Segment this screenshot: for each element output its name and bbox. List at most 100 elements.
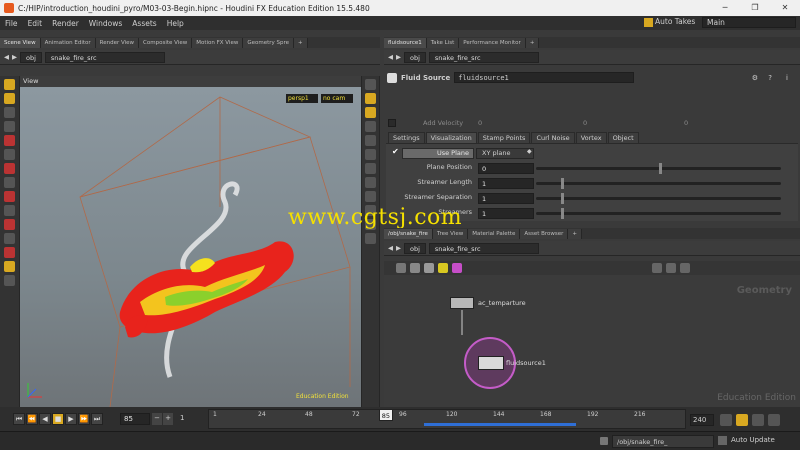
step-back-button[interactable]: ⏪ [26, 413, 38, 425]
forward-arrow-icon[interactable]: ▶ [396, 53, 401, 61]
timeline-ruler[interactable]: 1 24 48 72 96 120 144 168 192 216 85 [208, 409, 686, 429]
tab-stamp-points[interactable]: Stamp Points [477, 132, 531, 143]
update-mode-icon[interactable] [718, 436, 727, 445]
menu-edit[interactable]: Edit [23, 19, 48, 28]
flipbook-icon[interactable] [365, 233, 376, 244]
tab-render-view[interactable]: Render View [95, 38, 140, 48]
menu-render[interactable]: Render [47, 19, 84, 28]
tab-visualization[interactable]: Visualization [425, 132, 477, 143]
path-context[interactable]: obj [404, 242, 426, 254]
magnet-tool-icon[interactable] [4, 191, 15, 202]
slider-knob[interactable] [560, 208, 564, 219]
visibility-tool-icon[interactable] [4, 261, 15, 272]
tab-tree-view[interactable]: Tree View [432, 229, 469, 239]
stop-button[interactable]: ■ [52, 413, 64, 425]
layout-icon[interactable] [410, 263, 420, 273]
menu-help[interactable]: Help [162, 19, 189, 28]
increment-icon[interactable]: + [163, 413, 173, 425]
add-velocity-y[interactable]: 0 [583, 119, 673, 127]
grid-tool-icon[interactable] [4, 205, 15, 216]
add-tab-button[interactable]: + [294, 38, 308, 48]
end-frame-field[interactable]: 240 [690, 414, 714, 426]
tab-curl-noise[interactable]: Curl Noise [531, 132, 575, 143]
use-plane-checkbox[interactable]: ✔ [392, 147, 399, 156]
add-tab-button-network[interactable]: + [568, 229, 583, 239]
menu-assets[interactable]: Assets [127, 19, 161, 28]
playhead[interactable]: 85 [378, 409, 393, 421]
tab-performance-monitor[interactable]: Performance Monitor [459, 38, 526, 48]
view-option-icon[interactable] [680, 263, 690, 273]
tab-object[interactable]: Object [607, 132, 639, 143]
network-box-icon[interactable] [424, 263, 434, 273]
add-velocity-z[interactable]: 0 [684, 119, 774, 127]
auto-takes-checkbox[interactable] [644, 18, 653, 27]
play-button[interactable]: ▶ [65, 413, 77, 425]
brush-tool-icon[interactable] [4, 219, 15, 230]
realtime-toggle-icon[interactable] [720, 414, 732, 426]
back-arrow-icon[interactable]: ◀ [388, 244, 393, 252]
tab-material-palette[interactable]: Material Palette [468, 229, 521, 239]
view-tool-icon[interactable] [4, 121, 15, 132]
step-field[interactable]: 1 [180, 414, 184, 422]
info-icon[interactable]: i [786, 74, 788, 82]
path-node[interactable]: snake_fire_src [428, 51, 539, 63]
close-icon[interactable]: ✕ [770, 0, 800, 16]
list-view-icon[interactable] [396, 263, 406, 273]
jump-end-button[interactable]: ⏭ [91, 413, 103, 425]
normals-icon[interactable] [365, 149, 376, 160]
tab-composite-view[interactable]: Composite View [139, 38, 193, 48]
use-plane-button[interactable]: Use Plane [402, 148, 474, 159]
camera-icon[interactable] [365, 177, 376, 188]
lasso-tool-icon[interactable] [4, 233, 15, 244]
forward-arrow-icon[interactable]: ▶ [396, 244, 401, 252]
viewport-3d[interactable]: persp1 no cam Education Edition [20, 87, 361, 407]
handle-tool-icon[interactable] [4, 93, 15, 104]
points-icon[interactable] [365, 135, 376, 146]
current-frame-field[interactable]: 85 [120, 413, 150, 425]
select-tool-icon[interactable] [4, 79, 15, 90]
slider-knob[interactable] [658, 163, 662, 174]
view-option-icon[interactable] [666, 263, 676, 273]
tab-motion-fx-view[interactable]: Motion FX View [192, 38, 244, 48]
param-field[interactable]: 1 [478, 178, 534, 189]
pose-tool-icon[interactable] [4, 107, 15, 118]
tab-vortex[interactable]: Vortex [575, 132, 607, 143]
playback-range-bar[interactable] [423, 423, 577, 426]
slider-knob[interactable] [560, 178, 564, 189]
param-field[interactable]: 0 [478, 163, 534, 174]
menu-file[interactable]: File [0, 19, 23, 28]
wireframe-icon[interactable] [365, 121, 376, 132]
paint-tool-icon[interactable] [4, 247, 15, 258]
tab-take-list[interactable]: Take List [426, 38, 460, 48]
add-velocity-checkbox[interactable] [388, 119, 396, 127]
play-reverse-button[interactable]: ◀ [39, 413, 51, 425]
plane-select[interactable]: XY plane [476, 148, 534, 159]
bg-icon[interactable] [365, 163, 376, 174]
tab-settings[interactable]: Settings [388, 132, 425, 143]
minimize-icon[interactable]: ─ [710, 0, 740, 16]
view-option-icon[interactable] [652, 263, 662, 273]
jump-start-button[interactable]: ⏮ [13, 413, 25, 425]
link-icon[interactable] [600, 437, 608, 445]
tab-scene-view[interactable]: Scene View [0, 38, 41, 48]
gear-icon[interactable]: ⚙ [752, 74, 758, 82]
back-arrow-icon[interactable]: ◀ [388, 53, 393, 61]
network-editor[interactable]: Geometry Education Edition ac_temparture… [384, 275, 800, 407]
ghost-icon[interactable] [365, 107, 376, 118]
help-icon[interactable]: ? [768, 74, 772, 82]
path-context[interactable]: obj [20, 51, 42, 63]
snap-tool-icon[interactable] [4, 177, 15, 188]
param-field[interactable]: 1 [478, 208, 534, 219]
node-name-field[interactable]: fluidsource1 [454, 72, 635, 83]
rotate-tool-icon[interactable] [4, 149, 15, 160]
maximize-icon[interactable]: ❐ [740, 0, 770, 16]
add-velocity-x[interactable]: 0 [478, 119, 568, 127]
desktop-select[interactable]: Main [702, 17, 796, 28]
tab-network[interactable]: /obj/snake_fire [384, 229, 433, 239]
param-slider[interactable] [536, 208, 781, 219]
status-path-field[interactable]: /obj/snake_fire_ [612, 435, 714, 448]
global-settings-icon[interactable] [768, 414, 780, 426]
node-fluidsource1[interactable] [478, 356, 504, 370]
add-tab-button-right[interactable]: + [525, 38, 540, 48]
audio-icon[interactable] [752, 414, 764, 426]
